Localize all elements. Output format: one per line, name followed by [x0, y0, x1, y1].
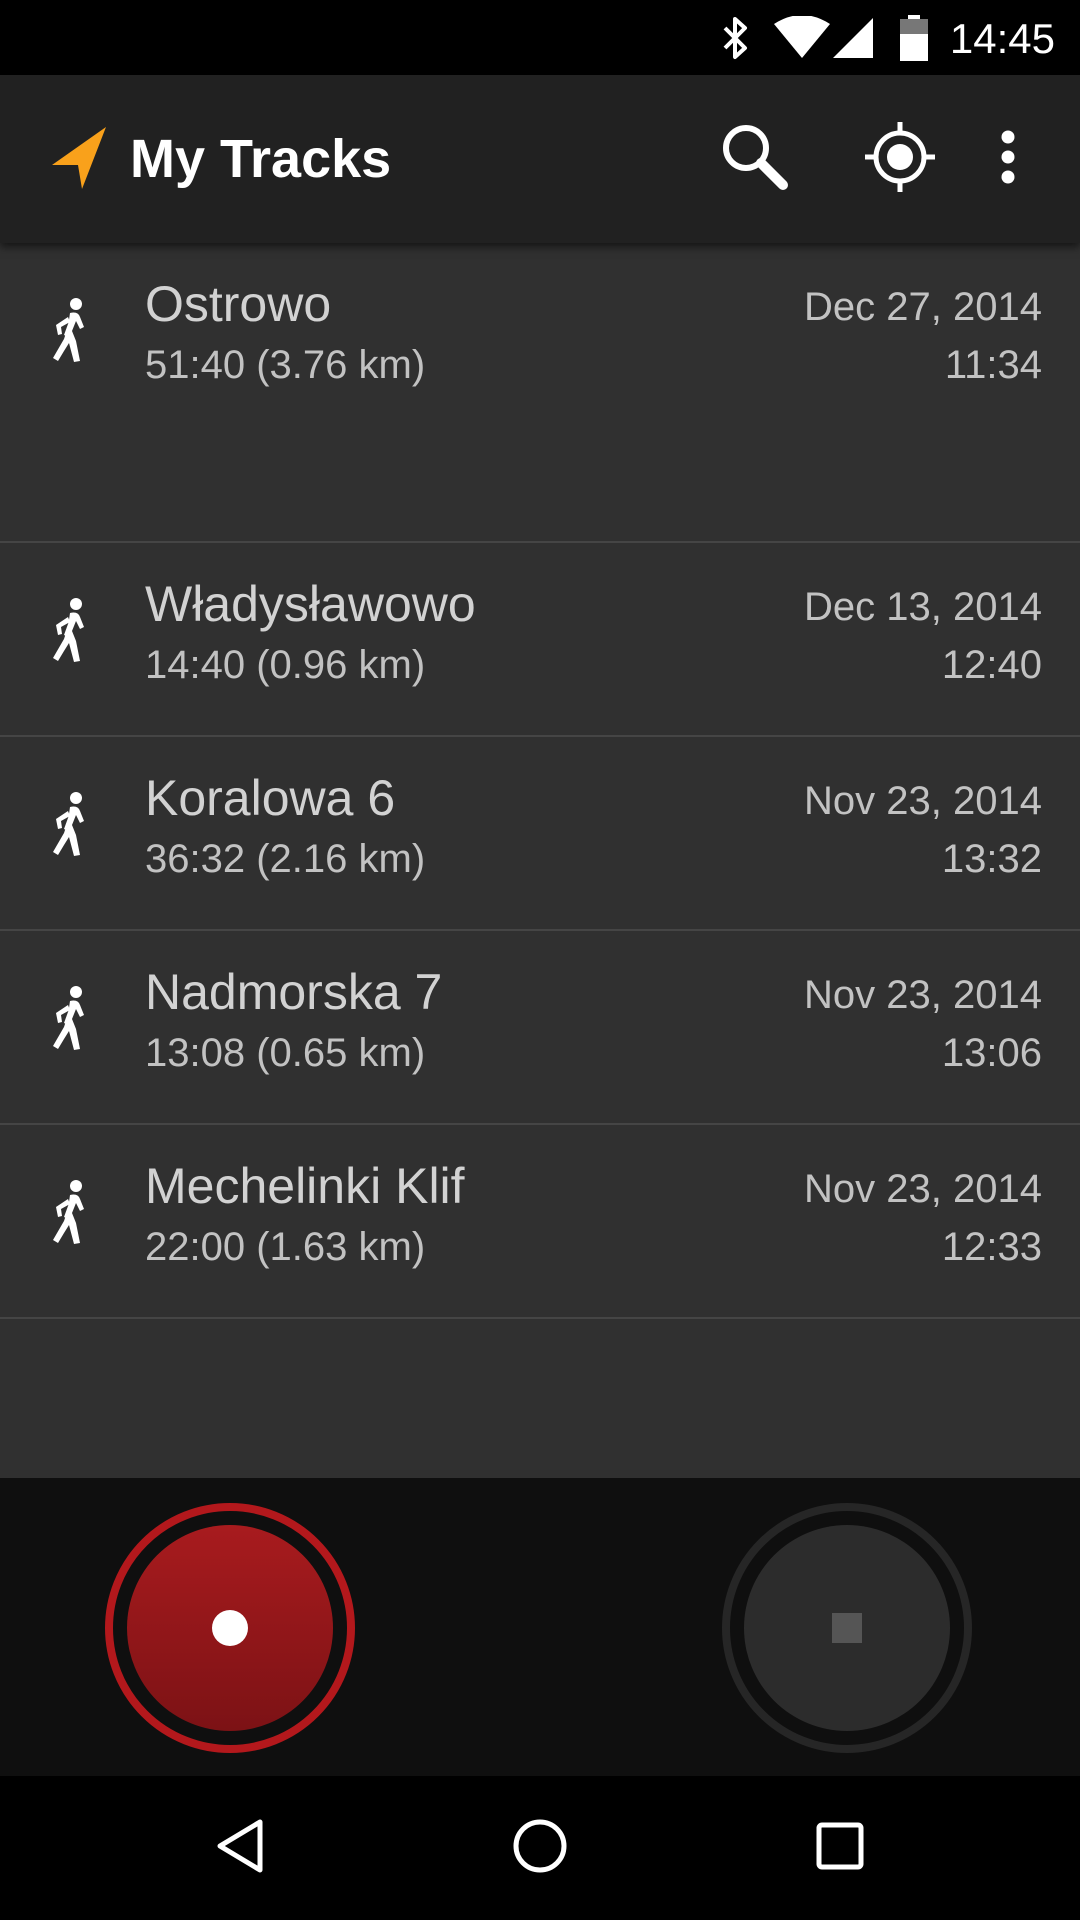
wifi-icon — [772, 0, 832, 75]
walk-icon — [46, 297, 98, 365]
app-bar: My Tracks — [0, 75, 1080, 243]
record-icon — [212, 1610, 248, 1646]
track-time: 11:34 — [944, 343, 1042, 387]
track-date: Nov 23, 2014 — [804, 1167, 1042, 1211]
status-time: 14:45 — [949, 15, 1055, 62]
bluetooth-icon — [718, 0, 754, 75]
track-name: Mechelinki Klif — [145, 1158, 465, 1214]
track-date: Dec 13, 2014 — [804, 585, 1042, 629]
recording-controls — [0, 1478, 1080, 1776]
track-time: 13:32 — [941, 837, 1042, 881]
system-nav-bar — [0, 1776, 1080, 1920]
overflow-menu-button[interactable] — [968, 119, 1048, 199]
track-time: 12:40 — [941, 643, 1042, 687]
track-duration-distance: 14:40 (0.96 km) — [145, 643, 426, 687]
my-location-icon — [863, 120, 937, 199]
navigation-arrow-icon — [50, 125, 110, 191]
track-list: Ostrowo 51:40 (3.76 km) Dec 27, 2014 11:… — [0, 243, 1080, 1478]
track-duration-distance: 22:00 (1.63 km) — [145, 1225, 426, 1269]
track-row[interactable]: Koralowa 6 36:32 (2.16 km) Nov 23, 2014 … — [0, 737, 1080, 931]
back-icon — [210, 1816, 270, 1881]
walk-icon — [46, 791, 98, 859]
recents-button[interactable] — [790, 1798, 890, 1898]
status-bar: 14:45 — [0, 0, 1080, 75]
my-location-button[interactable] — [860, 119, 940, 199]
track-duration-distance: 36:32 (2.16 km) — [145, 837, 426, 881]
back-button[interactable] — [190, 1798, 290, 1898]
recents-icon — [810, 1816, 870, 1881]
home-icon — [510, 1816, 570, 1881]
track-date: Dec 27, 2014 — [804, 285, 1042, 329]
track-row[interactable]: Mechelinki Klif 22:00 (1.63 km) Nov 23, … — [0, 1125, 1080, 1319]
cell-signal-icon — [830, 0, 876, 75]
walk-icon — [46, 597, 98, 665]
record-button[interactable] — [105, 1503, 355, 1753]
walk-icon — [46, 985, 98, 1053]
track-date: Nov 23, 2014 — [804, 973, 1042, 1017]
page-title: My Tracks — [130, 129, 392, 189]
track-name: Koralowa 6 — [145, 770, 396, 826]
track-duration-distance: 13:08 (0.65 km) — [145, 1031, 426, 1075]
stop-icon — [832, 1613, 862, 1643]
track-time: 12:33 — [941, 1225, 1042, 1269]
track-name: Ostrowo — [145, 276, 332, 332]
search-icon — [719, 121, 791, 198]
search-button[interactable] — [715, 119, 795, 199]
track-duration-distance: 51:40 (3.76 km) — [145, 343, 426, 387]
track-row[interactable]: Nadmorska 7 13:08 (0.65 km) Nov 23, 2014… — [0, 931, 1080, 1125]
home-button[interactable] — [490, 1798, 590, 1898]
more-vert-icon — [998, 129, 1018, 190]
stop-button[interactable] — [722, 1503, 972, 1753]
track-name: Nadmorska 7 — [145, 964, 443, 1020]
track-name: Władysławowo — [145, 576, 476, 632]
walk-icon — [46, 1179, 98, 1247]
track-row[interactable]: Władysławowo 14:40 (0.96 km) Dec 13, 201… — [0, 543, 1080, 737]
track-date: Nov 23, 2014 — [804, 779, 1042, 823]
track-row[interactable]: Ostrowo 51:40 (3.76 km) Dec 27, 2014 11:… — [0, 243, 1080, 543]
track-time: 13:06 — [941, 1031, 1042, 1075]
battery-icon — [896, 0, 932, 75]
